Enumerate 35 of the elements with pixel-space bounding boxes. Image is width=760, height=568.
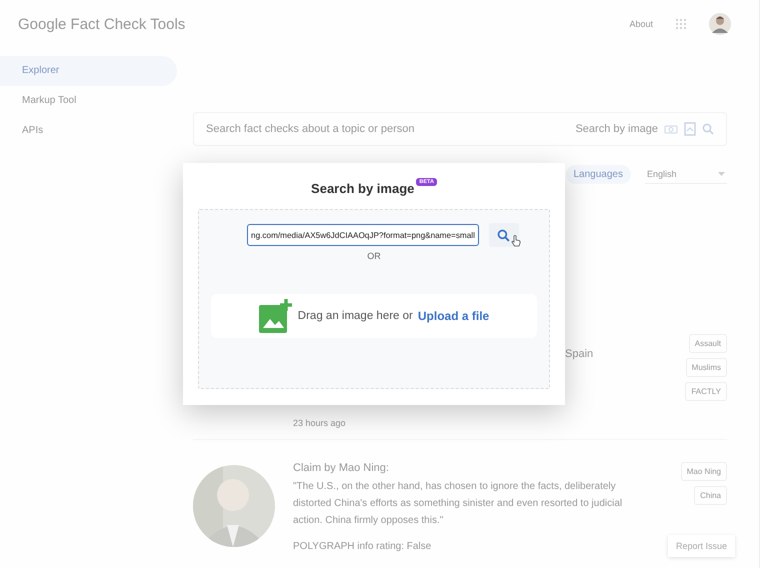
- sidebar-item[interactable]: Explorer: [0, 56, 177, 86]
- report-issue-button[interactable]: Report Issue: [668, 535, 736, 557]
- add-image-icon: [258, 299, 293, 333]
- hand-cursor-icon: [510, 235, 521, 247]
- sidebar-item[interactable]: Markup Tool: [0, 86, 185, 116]
- caret-icon: [718, 172, 725, 176]
- claim-title: Claim by Mao Ning:: [293, 462, 390, 474]
- tag-chip[interactable]: China: [694, 486, 727, 505]
- search-by-image-label: Search by image: [575, 123, 658, 135]
- tag-chip[interactable]: Muslims: [686, 358, 727, 377]
- drop-instructions: Drag an image here or: [298, 310, 413, 322]
- search-button[interactable]: [488, 223, 519, 247]
- tag-chip[interactable]: Assault: [688, 334, 727, 353]
- sidebar-item[interactable]: APIs: [0, 116, 185, 146]
- result-time: 23 hours ago: [293, 418, 347, 428]
- tag-chip[interactable]: FACTLY: [685, 382, 727, 401]
- tag-chip[interactable]: Mao Ning: [680, 462, 727, 481]
- search-icon: [497, 228, 510, 242]
- search-icon[interactable]: [702, 123, 714, 135]
- apps-grid-icon[interactable]: [675, 18, 687, 30]
- language-dropdown[interactable]: English: [645, 164, 727, 184]
- result-title: Spain: [564, 348, 594, 360]
- image-upload-icon[interactable]: [684, 122, 696, 136]
- drop-zone[interactable]: Drag an image here or Upload a file: [211, 294, 537, 338]
- claim-quote: "The U.S., on the other hand, has chosen to ignore the facts, deliberately distorted China's efforts as something sinister and even resorted to judicial action. China firmly opposes this.": [293, 480, 624, 528]
- search-field[interactable]: Search fact checks about a topic or person Search by image: [193, 112, 727, 146]
- about-link[interactable]: About: [629, 19, 653, 29]
- or-divider-text: OR: [367, 251, 381, 261]
- upload-file-link[interactable]: Upload a file: [418, 309, 490, 323]
- app-logo[interactable]: Google Fact Check Tools: [18, 16, 608, 32]
- languages-chip[interactable]: Languages: [566, 164, 631, 184]
- rating-text: POLYGRAPH info rating: False: [293, 541, 432, 552]
- camera-icon[interactable]: [664, 124, 678, 134]
- url-input-field[interactable]: ng.com/media/AX5w6JdCIAAOqJP?format=png&name=small: [247, 224, 479, 246]
- dialog-title: Search by image: [311, 181, 414, 196]
